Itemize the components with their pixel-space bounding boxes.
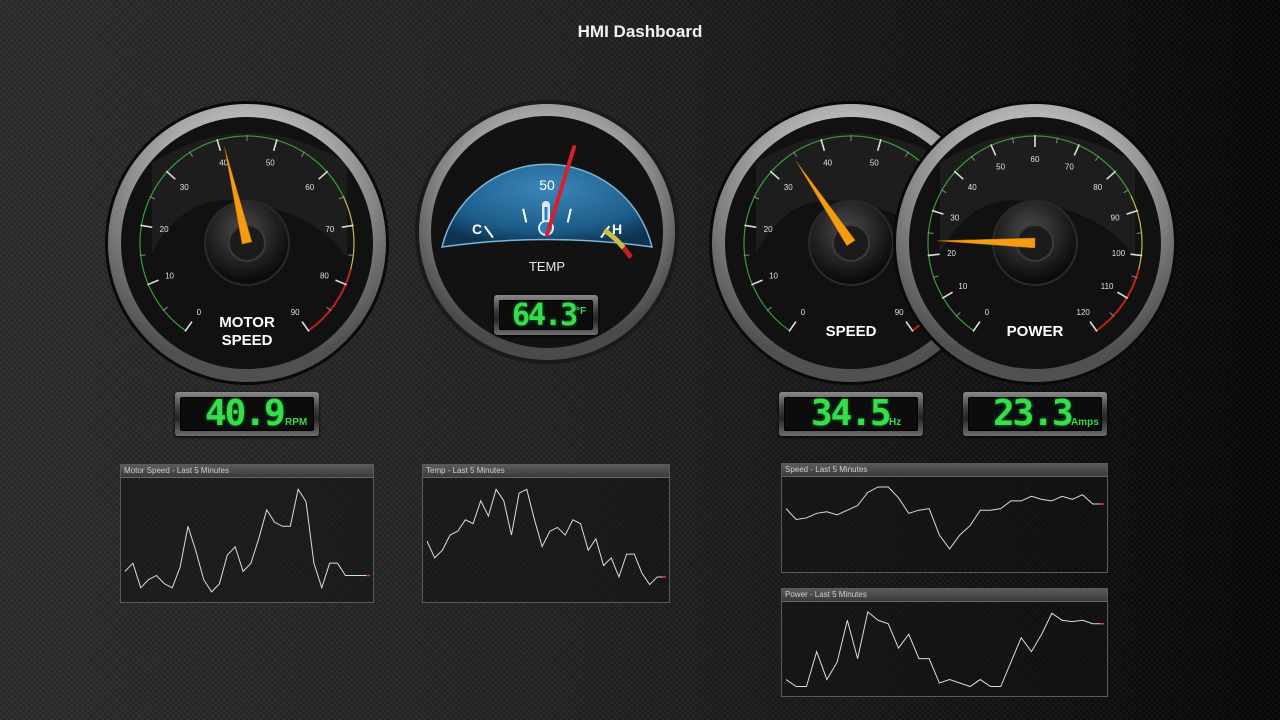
temp-trend-plot (426, 488, 666, 586)
power-gauge-minor-tick (1136, 232, 1143, 234)
motor-speed-gauge-svg: 010203040 5060708090 MOTOR SPEED (105, 101, 389, 385)
speed-readout-unit: Hz (889, 417, 902, 428)
temp-gauge-label: TEMP (529, 259, 565, 274)
motor_speed-gauge-minor-tick (348, 254, 355, 257)
power-gauge: 0 10 20 30 40 50 60 70 80 90 100 110 120 POWER (892, 100, 1178, 386)
power-gauge-tick-label: 40 (968, 183, 977, 192)
power-gauge-tick-label: 0 (985, 308, 990, 317)
speed-gauge-tick-label: 30 (784, 183, 793, 192)
temp-gauge-mid-label: 50 (539, 177, 555, 193)
power-gauge-label: POWER (1007, 323, 1064, 340)
speed-trend-chart: Speed - Last 5 Minutes (781, 463, 1108, 573)
speed-gauge-tick-label: 40 (823, 158, 832, 167)
power-gauge-tick-label: 80 (1093, 183, 1102, 192)
speed-trend-title: Speed - Last 5 Minutes (782, 464, 1107, 477)
temp-trend-chart: Temp - Last 5 Minutes (422, 464, 670, 603)
speed-gauge-minor-tick (743, 254, 750, 257)
temp-gauge-hot-label: H (612, 221, 622, 237)
temp-gauge-cold-label: C (472, 221, 482, 237)
motor-speed-trend-title: Motor Speed - Last 5 Minutes (121, 465, 373, 478)
temp-readout: 64.3 °F (494, 295, 598, 335)
motor_speed-gauge-tick-label: 70 (325, 225, 334, 234)
temp-readout-value: 64.3 (512, 298, 578, 333)
motor-speed-trend-chart: Motor Speed - Last 5 Minutes (120, 464, 374, 603)
motor-speed-readout-unit: RPM (285, 417, 308, 428)
motor-speed-gauge: 0 10 20 30 40 50 60 70 80 90 MOTOR SPEED (104, 100, 390, 386)
power-gauge-svg: 0 10 20 30 40 50 60 70 80 90 100 110 120 POWER (893, 101, 1177, 385)
motor-speed-readout: 40.9 RPM (175, 392, 319, 436)
power-gauge-tick-label: 90 (1111, 214, 1120, 223)
power-trend-plot (785, 611, 1104, 688)
speed-trend-plot (785, 486, 1104, 550)
temp-readout-unit: °F (576, 306, 587, 317)
power-gauge-tick-label: 100 (1112, 249, 1126, 258)
speed-trend-line (785, 486, 1103, 550)
speed-readout: 34.5 Hz (779, 392, 923, 436)
power-gauge-tick-label: 30 (950, 214, 959, 223)
temp-trend-line (426, 488, 665, 586)
motor_speed-gauge-tick-label: 0 (197, 308, 202, 317)
motor-speed-readout-value: 40.9 (205, 393, 286, 434)
power-gauge-minor-tick (927, 232, 934, 234)
power-readout-unit: Amps (1071, 417, 1099, 428)
page-title: HMI Dashboard (577, 22, 703, 41)
speed-gauge-tick-label: 50 (870, 158, 879, 167)
power-gauge-tick-label: 120 (1077, 308, 1091, 317)
power-gauge-tick-label: 10 (958, 282, 967, 291)
speed-gauge-tick-label: 0 (801, 308, 806, 317)
motor_speed-gauge-minor-tick (139, 254, 146, 257)
power-trend-title: Power - Last 5 Minutes (782, 589, 1107, 602)
motor_speed-gauge-tick-label: 20 (160, 225, 169, 234)
speed-gauge-tick-label: 20 (764, 225, 773, 234)
motor_speed-gauge-tick-label: 60 (305, 183, 314, 192)
motor_speed-gauge-tick-label: 30 (180, 183, 189, 192)
motor_speed-gauge-tick-label: 80 (320, 272, 329, 281)
power-gauge-tick-label: 70 (1065, 162, 1074, 171)
motor_speed-gauge-tick-label: 10 (165, 272, 174, 281)
speed-gauge-tick-label: 10 (769, 272, 778, 281)
power-readout-value: 23.3 (993, 393, 1074, 434)
motor_speed-gauge-tick-label: 50 (266, 158, 275, 167)
motor-speed-trend-plot (124, 488, 370, 593)
power-trend-line (785, 611, 1103, 688)
power-readout: 23.3 Amps (963, 392, 1107, 436)
speed-readout-value: 34.5 (811, 393, 892, 434)
speed-gauge-label: SPEED (826, 323, 877, 340)
motor-speed-label-line1: MOTOR (219, 314, 275, 331)
power-gauge-tick-label: 20 (947, 249, 956, 258)
power-gauge-tick-label: 60 (1031, 155, 1040, 164)
motor_speed-trend-line (124, 488, 369, 593)
temp-trend-title: Temp - Last 5 Minutes (423, 465, 669, 478)
power-gauge-tick-label: 50 (996, 162, 1005, 171)
power-trend-chart: Power - Last 5 Minutes (781, 588, 1108, 697)
power-gauge-tick-label: 110 (1101, 282, 1114, 291)
motor-speed-label-line2: SPEED (222, 332, 273, 349)
motor_speed-gauge-tick-label: 90 (291, 308, 300, 317)
